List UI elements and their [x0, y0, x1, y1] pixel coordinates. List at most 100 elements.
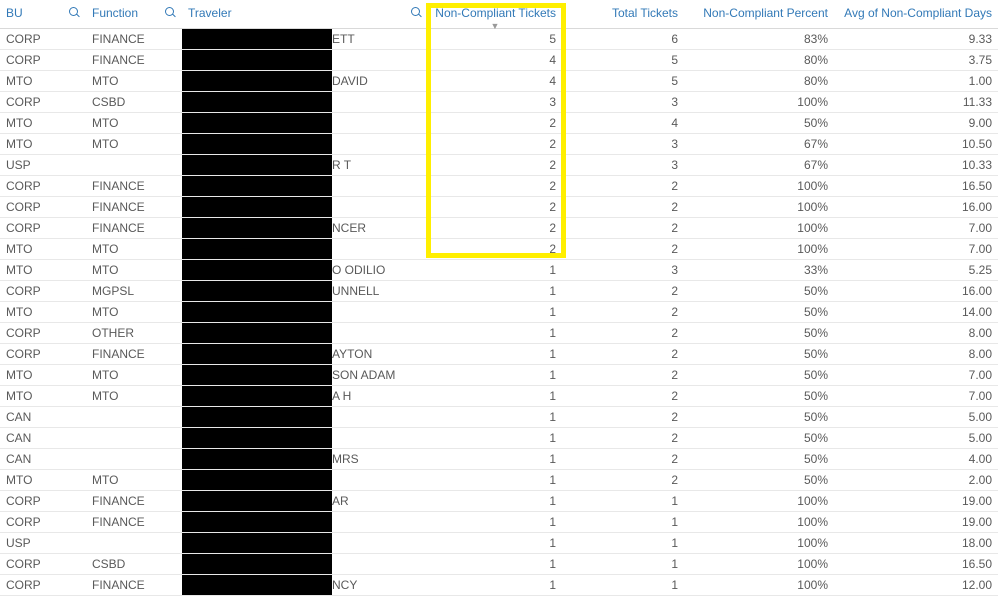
redaction-block — [182, 302, 332, 322]
cell-total-tickets: 2 — [562, 280, 684, 301]
cell-traveler — [182, 112, 428, 133]
redaction-block — [182, 554, 332, 574]
column-header-noncompliant-tickets[interactable]: Non-Compliant Tickets ▼ — [428, 0, 562, 28]
table-row[interactable]: MTOMTO22100%7.00 — [0, 238, 998, 259]
search-icon[interactable] — [69, 7, 80, 18]
cell-noncompliant-tickets: 2 — [428, 196, 562, 217]
table-row[interactable]: MTOMTOA H1250%7.00 — [0, 385, 998, 406]
column-header-avg-noncompliant-days[interactable]: Avg of Non-Compliant Days — [834, 0, 998, 28]
cell-bu: CAN — [0, 427, 86, 448]
cell-noncompliant-tickets: 1 — [428, 364, 562, 385]
cell-noncompliant-percent: 80% — [684, 49, 834, 70]
cell-bu: USP — [0, 532, 86, 553]
cell-traveler: SON ADAM — [182, 364, 428, 385]
table-row[interactable]: CORPFINANCE22100%16.50 — [0, 175, 998, 196]
cell-function: CSBD — [86, 553, 182, 574]
cell-function: MTO — [86, 385, 182, 406]
table-row[interactable]: USP11100%18.00 — [0, 532, 998, 553]
table-row[interactable]: CORPFINANCEAYTON1250%8.00 — [0, 343, 998, 364]
cell-bu: MTO — [0, 133, 86, 154]
cell-traveler: DAVID — [182, 70, 428, 91]
redaction-block — [182, 239, 332, 259]
cell-total-tickets: 4 — [562, 112, 684, 133]
table-row[interactable]: MTOMTOSON ADAM1250%7.00 — [0, 364, 998, 385]
header-label: Total Tickets — [612, 6, 678, 20]
table-row[interactable]: MTOMTO1250%2.00 — [0, 469, 998, 490]
table-row[interactable]: CORPFINANCE4580%3.75 — [0, 49, 998, 70]
column-header-function[interactable]: Function — [86, 0, 182, 28]
cell-avg-days: 7.00 — [834, 238, 998, 259]
cell-noncompliant-tickets: 1 — [428, 511, 562, 532]
cell-avg-days: 14.00 — [834, 301, 998, 322]
cell-traveler — [182, 301, 428, 322]
cell-noncompliant-tickets: 3 — [428, 91, 562, 112]
cell-avg-days: 5.00 — [834, 427, 998, 448]
cell-noncompliant-percent: 83% — [684, 28, 834, 49]
cell-noncompliant-percent: 50% — [684, 301, 834, 322]
search-icon[interactable] — [165, 7, 176, 18]
cell-noncompliant-tickets: 2 — [428, 238, 562, 259]
column-header-traveler[interactable]: Traveler — [182, 0, 428, 28]
column-header-total-tickets[interactable]: Total Tickets — [562, 0, 684, 28]
cell-bu: CORP — [0, 343, 86, 364]
table-row[interactable]: CORPOTHER1250%8.00 — [0, 322, 998, 343]
cell-function: MTO — [86, 364, 182, 385]
table-row[interactable]: MTOMTOO ODILIO1333%5.25 — [0, 259, 998, 280]
cell-noncompliant-tickets: 1 — [428, 406, 562, 427]
table-row[interactable]: CORPFINANCEAR11100%19.00 — [0, 490, 998, 511]
traveler-suffix: DAVID — [332, 71, 368, 91]
cell-function: FINANCE — [86, 217, 182, 238]
cell-noncompliant-percent: 50% — [684, 469, 834, 490]
table-row[interactable]: CAN1250%5.00 — [0, 427, 998, 448]
cell-function: MTO — [86, 469, 182, 490]
table-row[interactable]: MTOMTO2450%9.00 — [0, 112, 998, 133]
redaction-block — [182, 218, 332, 238]
table-row[interactable]: CORPFINANCEETT5683%9.33 — [0, 28, 998, 49]
traveler-suffix: MRS — [332, 449, 359, 469]
cell-function: MTO — [86, 112, 182, 133]
cell-avg-days: 11.33 — [834, 91, 998, 112]
cell-bu: CORP — [0, 91, 86, 112]
cell-noncompliant-tickets: 2 — [428, 217, 562, 238]
table-row[interactable]: CANMRS1250%4.00 — [0, 448, 998, 469]
redaction-block — [182, 281, 332, 301]
table-row[interactable]: MTOMTO1250%14.00 — [0, 301, 998, 322]
table-row[interactable]: CORPFINANCENCER22100%7.00 — [0, 217, 998, 238]
search-icon[interactable] — [411, 7, 422, 18]
cell-noncompliant-percent: 100% — [684, 553, 834, 574]
table-row[interactable]: CORPMGPSLUNNELL1250%16.00 — [0, 280, 998, 301]
cell-avg-days: 16.00 — [834, 280, 998, 301]
table-row[interactable]: MTOMTO2367%10.50 — [0, 133, 998, 154]
table-row[interactable]: CAN1250%5.00 — [0, 406, 998, 427]
cell-total-tickets: 5 — [562, 70, 684, 91]
cell-avg-days: 4.00 — [834, 448, 998, 469]
cell-total-tickets: 1 — [562, 532, 684, 553]
column-header-noncompliant-percent[interactable]: Non-Compliant Percent — [684, 0, 834, 28]
cell-traveler — [182, 175, 428, 196]
cell-traveler: ETT — [182, 28, 428, 49]
cell-total-tickets: 1 — [562, 511, 684, 532]
table-row[interactable]: CORPCSBD33100%11.33 — [0, 91, 998, 112]
sort-desc-icon: ▼ — [491, 22, 500, 31]
cell-traveler — [182, 511, 428, 532]
column-header-bu[interactable]: BU — [0, 0, 86, 28]
table-row[interactable]: CORPFINANCE11100%19.00 — [0, 511, 998, 532]
traveler-suffix: SON ADAM — [332, 365, 395, 385]
cell-noncompliant-tickets: 2 — [428, 175, 562, 196]
cell-function — [86, 154, 182, 175]
table-row[interactable]: CORPFINANCE22100%16.00 — [0, 196, 998, 217]
cell-function — [86, 448, 182, 469]
cell-avg-days: 7.00 — [834, 364, 998, 385]
table-row[interactable]: MTOMTO DAVID4580%1.00 — [0, 70, 998, 91]
table-row[interactable]: CORPCSBD11100%16.50 — [0, 553, 998, 574]
cell-noncompliant-percent: 50% — [684, 343, 834, 364]
cell-noncompliant-percent: 100% — [684, 196, 834, 217]
table-row[interactable]: USPR T2367%10.33 — [0, 154, 998, 175]
redaction-block — [182, 197, 332, 217]
cell-noncompliant-percent: 100% — [684, 490, 834, 511]
cell-function: FINANCE — [86, 175, 182, 196]
cell-bu: MTO — [0, 364, 86, 385]
data-table: BU Function Traveler Non-Compliant Ticke… — [0, 0, 998, 596]
cell-total-tickets: 1 — [562, 490, 684, 511]
cell-noncompliant-percent: 50% — [684, 385, 834, 406]
